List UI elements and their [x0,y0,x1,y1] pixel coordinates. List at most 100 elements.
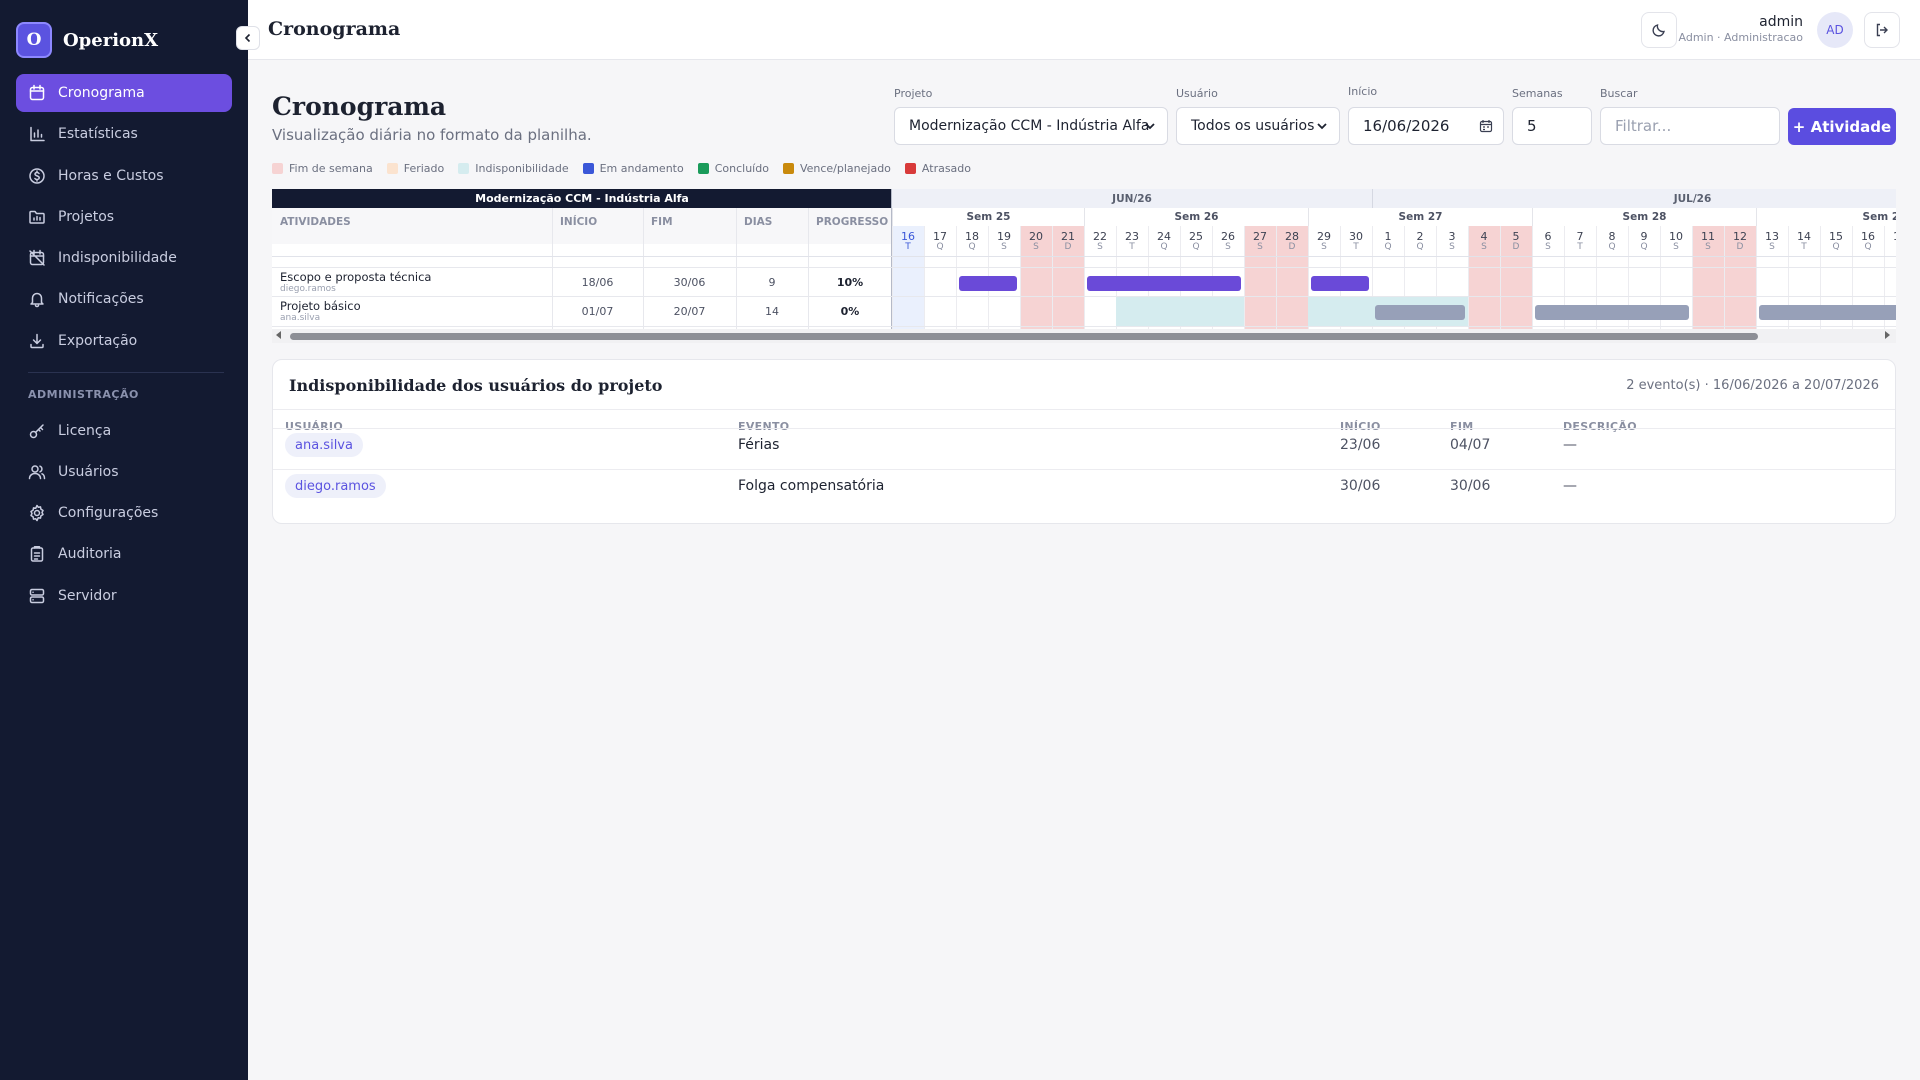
week-header: Sem 28 [1532,208,1756,226]
bar-chart-icon [30,126,45,142]
row-divider [272,267,1896,268]
sidebar-item-usuarios[interactable]: Usuários [16,453,232,491]
sidebar-item-configuracoes[interactable]: Configurações [16,494,232,532]
legend-label: Indisponibilidade [475,162,569,175]
column-header-4: PROGRESSO [816,216,889,228]
user-chip[interactable]: ana.silva [285,433,363,457]
day-divider [924,226,925,329]
brand-name: OperionX [63,29,159,51]
day-divider [1468,226,1469,329]
sidebar-item-label: Auditoria [58,546,122,562]
legend: Fim de semana Feriado Indisponibilidade Em … [272,162,985,175]
activity-bar[interactable] [1759,305,1896,320]
download-icon [30,333,44,349]
brand[interactable]: O OperionX [16,22,158,58]
day-weekday: D [1064,241,1072,252]
sidebar-item-indisponibilidade[interactable]: Indisponibilidade [16,239,232,277]
row-divider [272,296,1896,297]
search-placeholder: Filtrar... [1615,117,1672,135]
activity-bar[interactable] [1311,276,1369,291]
sidebar-item-horas-e-custos[interactable]: Horas e Custos [16,157,232,195]
scrollbar-thumb[interactable] [290,333,1758,340]
add-activity-button[interactable]: + Atividade [1788,108,1896,145]
logo: O [16,22,52,58]
sidebar-item-label: Exportação [58,333,138,349]
search-input[interactable]: Filtrar... [1600,107,1780,145]
bell-icon [30,292,44,308]
event-cell: Folga compensatória [738,478,885,494]
day-weekday: Q [1608,241,1616,252]
legend-label: Feriado [403,162,445,175]
end-cell: 30/06 [1450,478,1491,494]
day-divider [1532,226,1533,329]
project-header: Modernização CCM - Indústria Alfa [272,189,892,208]
calendar-icon [29,84,45,101]
activity-bar[interactable] [1535,305,1689,320]
activity-days: 14 [765,305,779,318]
project-label: Projeto [894,87,933,100]
activity-bar[interactable] [1087,276,1241,291]
day-weekday: Q [936,241,944,252]
activity-bar[interactable] [1375,305,1465,320]
user-role: Admin · Administracao [1678,31,1804,44]
unavailable-cell [1148,297,1180,326]
legend-item: Concluído [697,162,769,175]
weeks-value: 5 [1527,117,1537,135]
sidebar-item-notificacoes[interactable]: Notificações [16,280,232,318]
legend-label: Vence/planejado [799,162,891,175]
sidebar: O OperionX Cronograma Estatísticas Horas e… [0,0,248,1080]
moon-icon [1652,24,1665,37]
sidebar-item-label: Configurações [58,505,159,521]
day-divider [1692,226,1693,329]
unavailability-panel: Indisponibilidade dos usuários do projet… [272,359,1896,524]
logout-icon [1876,23,1888,37]
day-weekday: Q [1384,241,1392,252]
scroll-left-arrow[interactable] [274,330,286,342]
legend-label: Em andamento [599,162,684,175]
logout-button[interactable] [1864,12,1900,48]
legend-swatch [904,163,916,174]
column-header-1: INÍCIO [560,216,598,228]
day-weekday: S [1545,241,1551,252]
collapse-sidebar-button[interactable] [236,26,260,50]
theme-toggle-button[interactable] [1641,12,1677,48]
sidebar-item-label: Cronograma [58,85,145,101]
legend-item: Indisponibilidade [458,162,569,175]
sidebar-item-projetos[interactable]: Projetos [16,198,232,236]
start-cell: 30/06 [1340,478,1381,494]
triangle-right-icon [1885,331,1890,339]
avatar[interactable]: AD [1817,12,1853,48]
event-cell: Férias [738,437,780,453]
sidebar-item-servidor[interactable]: Servidor [16,577,232,615]
unavailable-cell [1180,297,1212,326]
day-weekday: Q [1640,241,1648,252]
user-filter-label: Usuário [1176,87,1218,100]
user-chip[interactable]: diego.ramos [285,474,386,498]
sidebar-item-exportacao[interactable]: Exportação [16,322,232,360]
weeks-input[interactable]: 5 [1512,107,1592,145]
day-weekday: S [1769,241,1775,252]
legend-label: Concluído [714,162,769,175]
scroll-right-arrow[interactable] [1882,330,1894,342]
project-select[interactable]: Modernização CCM - Indústria Alfa [894,107,1168,145]
day-weekday: S [1481,241,1487,252]
activity-user: ana.silva [280,313,321,323]
sidebar-item-estatisticas[interactable]: Estatísticas [16,115,232,153]
sidebar-item-licenca[interactable]: Licença [16,412,232,450]
unavailable-cell [1116,297,1148,326]
start-date-label: Início [1348,85,1378,98]
unavailability-title: Indisponibilidade dos usuários do projet… [289,376,663,395]
start-date-input[interactable]: 16/06/2026 [1348,107,1504,145]
gantt-chart: Modernização CCM - Indústria Alfa ATIVIDA… [272,189,1896,343]
sidebar-item-auditoria[interactable]: Auditoria [16,535,232,573]
calendar-icon [1479,120,1493,133]
sidebar-item-cronograma[interactable]: Cronograma [16,74,232,112]
day-weekday: T [1801,241,1807,252]
legend-label: Atrasado [921,162,972,175]
server-icon [29,588,45,604]
day-weekday: S [1705,241,1711,252]
activity-progress: 10% [836,276,864,289]
sidebar-item-label: Estatísticas [58,126,138,142]
activity-bar[interactable] [959,276,1017,291]
user-select[interactable]: Todos os usuários [1176,107,1340,145]
